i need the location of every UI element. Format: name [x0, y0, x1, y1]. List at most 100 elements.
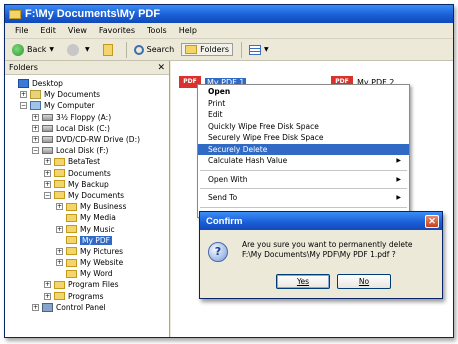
close-icon[interactable]: ✕	[157, 63, 165, 73]
menu-separator	[200, 206, 407, 208]
expand-icon[interactable]: +	[44, 169, 51, 177]
tree-item-label: My Word	[80, 269, 113, 279]
menu-tools[interactable]: Tools	[141, 26, 173, 35]
expand-icon[interactable]: +	[32, 136, 39, 144]
tree-item[interactable]: − Local Disk (F:)	[5, 145, 169, 156]
expand-icon[interactable]: +	[44, 158, 51, 166]
search-button[interactable]: Search	[131, 44, 177, 56]
folders-pane-title: Folders	[9, 63, 38, 72]
folders-button[interactable]: Folders	[181, 43, 234, 56]
context-menu-item-label: Print	[208, 98, 226, 108]
tree-item[interactable]: + Local Disk (C:)	[5, 123, 169, 134]
dialog-title: Confirm	[206, 215, 243, 227]
expand-icon[interactable]: +	[44, 281, 51, 289]
menu-file[interactable]: File	[9, 26, 34, 35]
tree-item[interactable]: + My Business	[5, 201, 169, 212]
collapse-icon[interactable]: −	[44, 191, 51, 199]
submenu-arrow-icon: ▶	[396, 194, 401, 202]
tree-item[interactable]: + My Music	[5, 223, 169, 234]
tree-item[interactable]: + My Documents	[5, 89, 169, 100]
tree-item[interactable]: + Control Panel	[5, 302, 169, 313]
tree-item[interactable]: My Word	[5, 268, 169, 279]
menu-view[interactable]: View	[62, 26, 93, 35]
context-menu-item[interactable]: Send To ▶	[198, 192, 409, 204]
tree-item[interactable]: + Documents	[5, 168, 169, 179]
expand-icon[interactable]: +	[20, 91, 27, 99]
expand-icon[interactable]: +	[44, 180, 51, 188]
tree-item[interactable]: Desktop	[5, 78, 169, 89]
tree-item[interactable]: − My Computer	[5, 100, 169, 111]
tree-item[interactable]: + DVD/CD-RW Drive (D:)	[5, 134, 169, 145]
tree-item-label: My Computer	[44, 101, 95, 111]
expand-icon[interactable]: +	[56, 247, 63, 255]
tree-item-label: Documents	[68, 168, 111, 178]
tree-item[interactable]: My Media	[5, 212, 169, 223]
folder-icon	[66, 258, 77, 267]
folder-icon	[66, 202, 77, 211]
collapse-icon[interactable]: −	[20, 102, 27, 110]
floppy-icon	[42, 113, 53, 121]
tree-item-label: Desktop	[32, 79, 63, 89]
back-button[interactable]: Back ▼	[9, 43, 60, 57]
yes-button[interactable]: Yes	[276, 274, 330, 289]
tree-item[interactable]: + My Website	[5, 257, 169, 268]
context-menu-item[interactable]: Open With ▶	[198, 174, 409, 186]
collapse-icon[interactable]: −	[32, 147, 39, 155]
back-label: Back	[27, 45, 47, 54]
tree-item[interactable]: + My Pictures	[5, 246, 169, 257]
folder-icon	[54, 180, 65, 189]
tree-item[interactable]: +3½ Floppy (A:)	[5, 112, 169, 123]
tree-item-label: My Website	[80, 258, 124, 268]
tree-item-label: My Media	[80, 213, 116, 223]
context-menu-item[interactable]: Print	[198, 98, 409, 110]
tree-item-label: My Backup	[68, 179, 109, 189]
drive-icon	[42, 147, 53, 155]
tree-item[interactable]: + Programs	[5, 291, 169, 302]
menu-help[interactable]: Help	[173, 26, 203, 35]
expand-icon[interactable]: +	[56, 259, 63, 267]
no-button[interactable]: No	[337, 274, 391, 289]
context-menu-item[interactable]: Quickly Wipe Free Disk Space	[198, 121, 409, 133]
expand-icon[interactable]: +	[56, 203, 63, 211]
context-menu-item[interactable]: Open	[198, 86, 409, 98]
tree-item[interactable]: + Program Files	[5, 279, 169, 290]
menu-edit[interactable]: Edit	[34, 26, 62, 35]
search-label: Search	[146, 45, 175, 54]
context-menu-item[interactable]: Securely Wipe Free Disk Space	[198, 132, 409, 144]
expand-icon[interactable]: +	[32, 303, 39, 311]
drive-icon	[42, 124, 53, 132]
yes-label: Yes	[296, 277, 310, 286]
expand-icon[interactable]: +	[56, 225, 63, 233]
folder-icon	[54, 280, 65, 289]
close-icon[interactable]: ✕	[425, 214, 439, 228]
tree-item[interactable]: My PDF	[5, 235, 169, 246]
title-bar[interactable]: F:\My Documents\My PDF	[5, 5, 453, 23]
expand-icon[interactable]: +	[32, 113, 39, 121]
forward-button[interactable]: ▼	[64, 43, 96, 57]
context-menu-item-label: Edit	[208, 110, 223, 120]
tree-item[interactable]: + My Backup	[5, 179, 169, 190]
expand-icon[interactable]: +	[32, 124, 39, 132]
tree-item[interactable]: − My Documents	[5, 190, 169, 201]
expand-icon[interactable]: +	[44, 292, 51, 300]
folder-icon	[66, 225, 77, 234]
folder-icon	[54, 169, 65, 178]
folder-icon	[9, 9, 21, 19]
folder-icon	[66, 236, 77, 245]
tree-item[interactable]: + BetaTest	[5, 156, 169, 167]
dialog-buttons: Yes No	[276, 274, 398, 289]
folder-icon	[66, 213, 77, 222]
chevron-down-icon[interactable]: ▼	[85, 46, 90, 53]
chevron-down-icon[interactable]: ▼	[264, 46, 269, 53]
up-button[interactable]	[100, 43, 118, 57]
dialog-title-bar[interactable]: Confirm ✕	[200, 212, 442, 230]
menu-favorites[interactable]: Favorites	[93, 26, 141, 35]
context-menu-item[interactable]: Securely Delete	[198, 143, 409, 155]
chevron-down-icon[interactable]: ▼	[49, 46, 54, 53]
context-menu-item[interactable]: Calculate Hash Value ▶	[198, 155, 409, 167]
desktop-icon	[18, 79, 29, 89]
folders-icon	[185, 45, 198, 54]
views-button[interactable]: ▼	[246, 44, 275, 56]
my-documents-icon	[30, 90, 41, 100]
context-menu-item[interactable]: Edit	[198, 109, 409, 121]
